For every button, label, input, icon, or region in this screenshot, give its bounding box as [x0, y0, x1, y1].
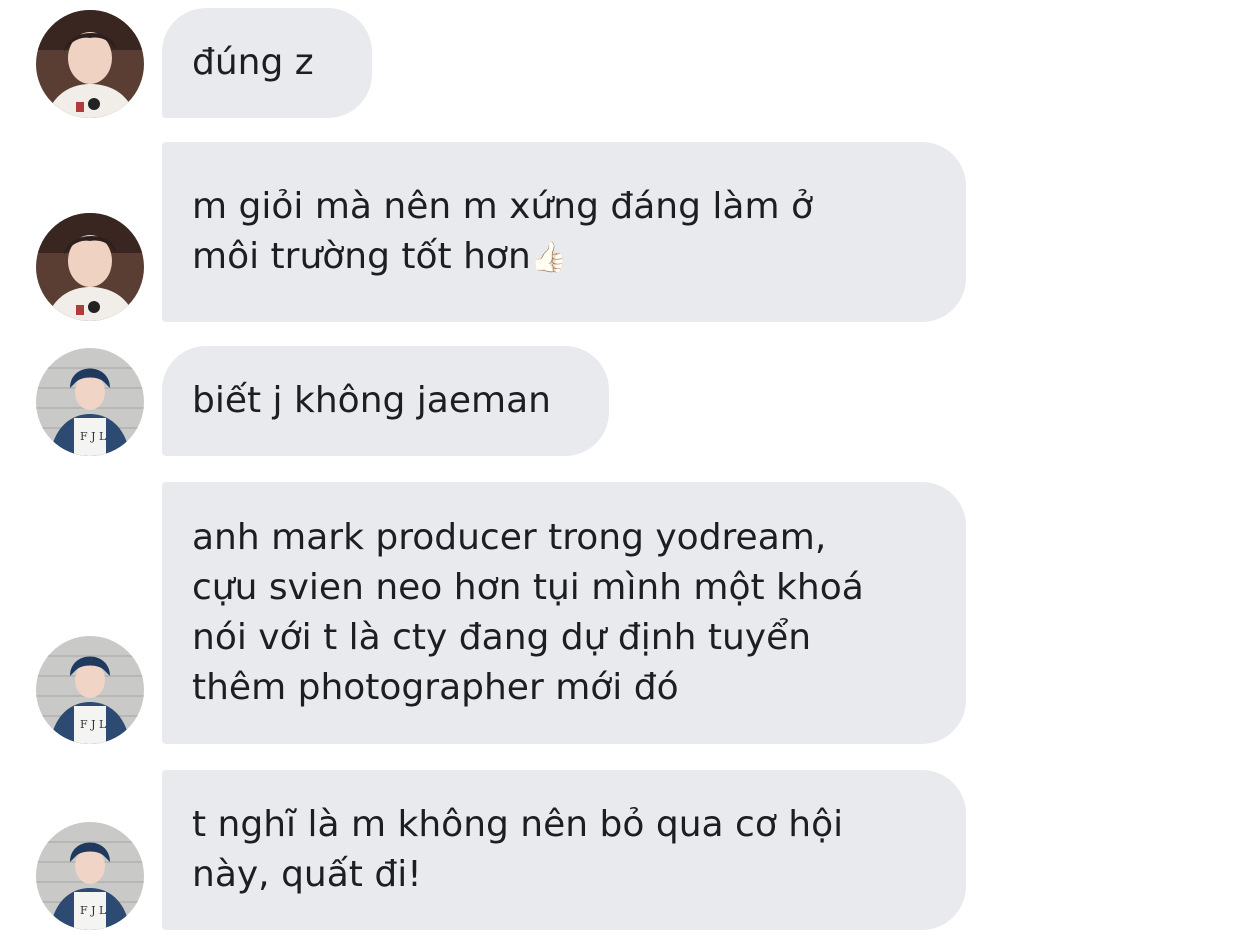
message-bubble-3[interactable]: biết j không jaeman — [162, 346, 609, 456]
avatar-photo-friend-b: F J L — [36, 636, 144, 744]
avatar-friend-a[interactable] — [36, 10, 144, 118]
avatar-photo-friend-b: F J L — [36, 822, 144, 930]
svg-text:F J L: F J L — [80, 430, 107, 443]
avatar-friend-b[interactable]: F J L — [36, 348, 144, 456]
svg-text:F J L: F J L — [80, 718, 107, 731]
thumbs-up-icon: 👍🏻 — [530, 239, 569, 275]
message-text: môi trường tốt hơn — [192, 235, 531, 277]
message-text: này, quất đi! — [192, 854, 422, 895]
message-bubble-5[interactable]: t nghĩ là m không nên bỏ qua cơ hội này,… — [162, 770, 966, 930]
message-bubble-2[interactable]: m giỏi mà nên m xứng đáng làm ở môi trườ… — [162, 142, 966, 322]
message-text: t nghĩ là m không nên bỏ qua cơ hội — [192, 804, 844, 845]
message-text: anh mark producer trong yodream, — [192, 517, 827, 558]
message-text: nói với t là cty đang dự định tuyển — [192, 617, 812, 658]
message-text: đúng z — [192, 42, 314, 83]
message-text: cựu svien neo hơn tụi mình một khoá — [192, 567, 864, 608]
avatar-photo-friend-b: F J L — [36, 348, 144, 456]
avatar-friend-b[interactable]: F J L — [36, 636, 144, 744]
avatar-photo-friend-a — [36, 10, 144, 118]
avatar-photo-friend-a — [36, 213, 144, 321]
svg-text:F J L: F J L — [80, 904, 107, 917]
message-text-line-2: môi trường tốt hơn👍🏻 — [192, 232, 936, 283]
message-text: thêm photographer mới đó — [192, 667, 679, 708]
message-text: biết j không jaeman — [192, 380, 551, 421]
avatar-friend-a[interactable] — [36, 213, 144, 321]
avatar-friend-b[interactable]: F J L — [36, 822, 144, 930]
message-bubble-4[interactable]: anh mark producer trong yodream, cựu svi… — [162, 482, 966, 744]
message-bubble-1[interactable]: đúng z — [162, 8, 372, 118]
message-text: m giỏi mà nên m xứng đáng làm ở — [192, 185, 813, 227]
